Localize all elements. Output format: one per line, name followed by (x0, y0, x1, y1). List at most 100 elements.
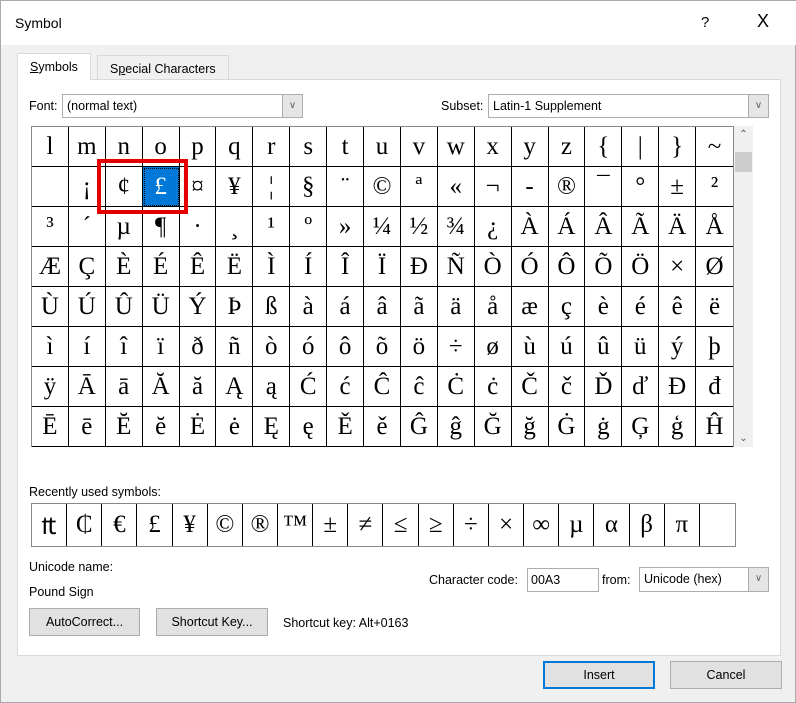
symbol-cell[interactable]: | (622, 127, 660, 167)
symbol-cell[interactable]: ± (659, 167, 697, 207)
symbol-cell[interactable]: ù (511, 327, 549, 367)
recent-symbol[interactable]: ¥ (173, 504, 208, 546)
symbol-cell[interactable]: Ĥ (696, 407, 733, 447)
symbol-cell[interactable]: è (585, 287, 623, 327)
symbol-cell[interactable]: Å (696, 207, 733, 247)
symbol-cell[interactable]: ¯ (585, 167, 623, 207)
symbol-cell[interactable]: ģ (659, 407, 697, 447)
symbol-cell[interactable]: ~ (696, 127, 733, 167)
symbol-cell[interactable]: Ï (364, 247, 401, 287)
recent-symbol[interactable]: β (630, 504, 665, 546)
symbol-cell[interactable]: Ġ (548, 407, 586, 447)
recent-symbol[interactable]: ≠ (348, 504, 384, 546)
recent-symbol[interactable]: ™ (278, 504, 314, 546)
symbol-cell[interactable]: ć (327, 367, 365, 407)
symbol-cell[interactable]: ã (400, 287, 438, 327)
symbol-cell[interactable]: Ę (253, 407, 291, 447)
symbol-cell[interactable]: ° (622, 167, 660, 207)
symbol-cell[interactable]: Ç (68, 247, 106, 287)
symbol-cell[interactable]: ġ (585, 407, 623, 447)
symbol-cell[interactable]: ì (32, 327, 69, 367)
symbol-cell[interactable]: ò (253, 327, 291, 367)
symbol-cell[interactable]: v (400, 127, 438, 167)
symbol-cell[interactable]: Ď (585, 367, 623, 407)
symbol-cell[interactable]: á (327, 287, 365, 327)
recent-symbol[interactable]: ÷ (454, 504, 489, 546)
symbol-cell[interactable]: « (437, 167, 475, 207)
symbol-cell[interactable]: ü (622, 327, 660, 367)
symbol-cell[interactable]: ñ (216, 327, 254, 367)
symbol-cell[interactable]: Ö (622, 247, 660, 287)
close-button[interactable]: X (753, 11, 773, 32)
symbol-cell[interactable]: þ (696, 327, 733, 367)
symbol-cell[interactable]: ¿ (474, 207, 512, 247)
symbol-cell[interactable]: Ą (216, 367, 254, 407)
tab-special-characters[interactable]: Special Characters (97, 55, 229, 81)
cancel-button[interactable]: Cancel (670, 661, 782, 689)
symbol-cell[interactable]: { (585, 127, 623, 167)
symbol-cell[interactable]: ç (548, 287, 586, 327)
symbol-cell[interactable]: r (253, 127, 291, 167)
symbol-cell[interactable]: ē (68, 407, 106, 447)
symbol-cell[interactable]: É (142, 247, 180, 287)
symbol-cell[interactable]: ÷ (437, 327, 475, 367)
recent-symbol[interactable]: ≥ (419, 504, 454, 546)
recent-symbol[interactable]: µ (559, 504, 595, 546)
symbol-cell[interactable]: Õ (585, 247, 623, 287)
symbol-cell[interactable]: Ô (548, 247, 586, 287)
symbol-cell[interactable]: ę (290, 407, 328, 447)
symbol-cell[interactable]: ö (400, 327, 438, 367)
symbol-cell[interactable]: û (585, 327, 623, 367)
autocorrect-button[interactable]: AutoCorrect... (29, 608, 140, 636)
symbol-cell[interactable]: ¥ (216, 167, 254, 207)
shortcut-key-button[interactable]: Shortcut Key... (156, 608, 268, 636)
symbol-cell[interactable]: u (364, 127, 401, 167)
recent-symbol[interactable]: × (489, 504, 525, 546)
symbol-cell[interactable]: ® (548, 167, 586, 207)
symbol-cell[interactable]: ĉ (400, 367, 438, 407)
symbol-cell[interactable]: Î (327, 247, 365, 287)
symbol-cell[interactable]: Â (585, 207, 623, 247)
symbol-cell[interactable]: â (364, 287, 401, 327)
symbol-cell[interactable]: } (659, 127, 697, 167)
recent-symbol[interactable]: € (102, 504, 138, 546)
symbol-cell[interactable]: ď (622, 367, 660, 407)
symbol-cell[interactable]: é (622, 287, 660, 327)
symbol-cell[interactable]: õ (364, 327, 401, 367)
symbol-cell[interactable]: ² (696, 167, 733, 207)
symbol-cell[interactable]: ¼ (364, 207, 401, 247)
symbol-cell[interactable]: å (474, 287, 512, 327)
symbol-cell[interactable]: Ĉ (364, 367, 401, 407)
symbol-cell[interactable]: Ě (327, 407, 365, 447)
symbol-cell[interactable]: ¹ (253, 207, 291, 247)
subset-dropdown[interactable]: Latin-1 Supplement ∨ (488, 94, 769, 118)
symbol-cell[interactable]: Ć (290, 367, 328, 407)
symbol-cell[interactable]: đ (696, 367, 733, 407)
symbol-cell[interactable]: æ (511, 287, 549, 327)
symbol-cell[interactable]: À (511, 207, 549, 247)
symbol-cell[interactable]: ê (659, 287, 697, 327)
symbol-cell[interactable]: Ċ (437, 367, 475, 407)
symbol-cell[interactable]: ą (253, 367, 291, 407)
symbol-cell[interactable] (32, 167, 69, 207)
recent-symbol[interactable]: ® (243, 504, 279, 546)
recent-symbol[interactable]: ₶ (32, 504, 68, 546)
symbol-cell[interactable]: ċ (474, 367, 512, 407)
symbol-cell[interactable]: Ĕ (105, 407, 143, 447)
symbol-cell[interactable]: ª (400, 167, 438, 207)
symbol-cell[interactable]: à (290, 287, 328, 327)
symbol-cell[interactable]: Ė (179, 407, 217, 447)
symbol-cell[interactable]: ė (216, 407, 254, 447)
symbol-cell[interactable]: ÿ (32, 367, 69, 407)
symbol-cell[interactable]: ë (696, 287, 733, 327)
symbol-cell[interactable]: º (290, 207, 328, 247)
symbol-cell[interactable]: ā (105, 367, 143, 407)
symbol-cell[interactable]: ¨ (327, 167, 365, 207)
symbol-cell[interactable]: ă (179, 367, 217, 407)
symbol-cell[interactable]: ß (253, 287, 291, 327)
symbol-cell[interactable]: ä (437, 287, 475, 327)
symbol-cell[interactable]: Ã (622, 207, 660, 247)
symbol-cell[interactable]: ³ (32, 207, 69, 247)
recent-symbol[interactable]: ∞ (524, 504, 560, 546)
symbol-cell[interactable]: ð (179, 327, 217, 367)
